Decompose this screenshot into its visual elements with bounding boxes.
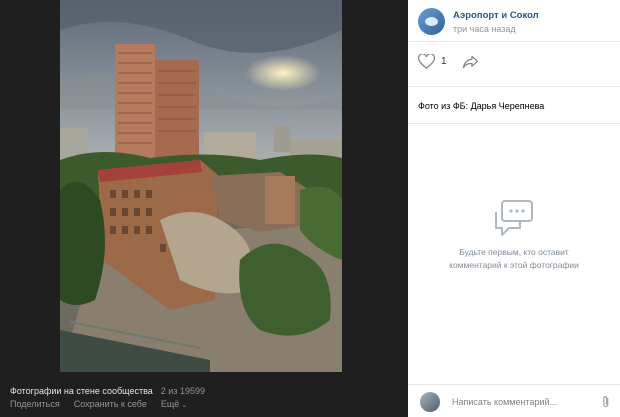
speech-bubbles-icon [495, 200, 533, 236]
photo-counter: 2 из 19599 [160, 386, 205, 396]
chevron-down-icon: ⌄ [181, 402, 188, 409]
group-name[interactable]: Аэропорт и Сокол [453, 10, 539, 21]
more-label: Ещё [160, 399, 180, 409]
more-menu[interactable]: Ещё ⌄ [161, 399, 187, 409]
comment-input[interactable] [452, 394, 602, 410]
share-link[interactable]: Поделиться [10, 399, 60, 409]
photo-caption: Фотографии на стене сообщества 2 из 19599 [10, 386, 205, 396]
divider [408, 86, 620, 87]
like-button[interactable]: 1 [418, 54, 447, 69]
divider [408, 123, 620, 124]
likes-count: 1 [441, 56, 447, 67]
photo-image [60, 0, 342, 372]
photo-description: Фото из ФБ: Дарья Черепнева [418, 101, 545, 111]
paperclip-icon[interactable] [601, 395, 611, 409]
user-avatar [420, 392, 440, 412]
heart-icon [418, 54, 435, 69]
side-panel: Аэропорт и Сокол три часа назад 1 Фото и… [408, 0, 620, 417]
post-time[interactable]: три часа назад [453, 24, 516, 34]
comments-empty-state: Будьте первым, кто оставит комментарий к… [408, 198, 620, 272]
photo-viewer: Фотографии на стене сообщества 2 из 19599… [0, 0, 408, 417]
post-header: Аэропорт и Сокол три часа назад [408, 0, 620, 42]
comment-composer [408, 384, 620, 417]
photo-actions: Поделиться Сохранить к себе Ещё ⌄ [10, 399, 187, 409]
album-title[interactable]: Фотографии на стене сообщества [10, 386, 153, 396]
share-button[interactable] [462, 55, 479, 74]
photo[interactable] [60, 0, 342, 372]
save-link[interactable]: Сохранить к себе [74, 399, 147, 409]
group-avatar[interactable] [418, 8, 445, 35]
empty-comments-text: Будьте первым, кто оставит комментарий к… [449, 247, 579, 270]
share-arrow-icon [462, 55, 479, 69]
